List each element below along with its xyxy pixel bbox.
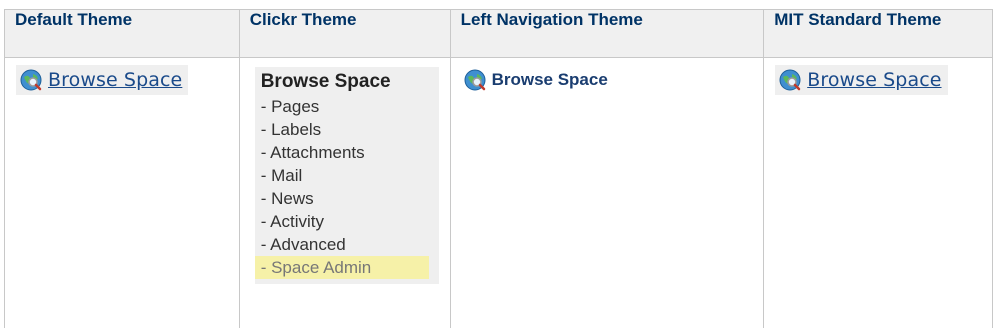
clickr-item-news[interactable]: - News (261, 187, 439, 210)
clickr-item-activity[interactable]: - Activity (261, 210, 439, 233)
clickr-browse-space-title[interactable]: Browse Space (261, 71, 439, 93)
default-theme-cell: Browse Space (4, 57, 240, 328)
clickr-item-pages[interactable]: - Pages (261, 95, 439, 118)
header-row: Default Theme Clickr Theme Left Navigati… (4, 9, 993, 58)
header-clickr-theme: Clickr Theme (238, 9, 451, 58)
header-mit-standard-theme: MIT Standard Theme (763, 9, 993, 58)
mit-browse-space-box[interactable]: Browse Space (775, 65, 948, 95)
clickr-item-mail[interactable]: - Mail (261, 164, 439, 187)
globe-search-icon (779, 69, 801, 91)
theme-comparison-table: Default Theme Clickr Theme Left Navigati… (4, 9, 993, 328)
content-row: Browse Space Browse Space - Pages - Labe… (4, 57, 993, 328)
clickr-item-labels[interactable]: - Labels (261, 118, 439, 141)
clickr-browse-menu: Browse Space - Pages - Labels - Attachme… (254, 67, 439, 284)
mit-standard-theme-cell: Browse Space (763, 57, 993, 328)
clickr-item-advanced[interactable]: - Advanced (261, 233, 439, 256)
clickr-item-attachments[interactable]: - Attachments (261, 141, 439, 164)
header-left-navigation-theme: Left Navigation Theme (449, 9, 765, 58)
globe-search-icon (464, 69, 486, 91)
globe-search-icon (20, 69, 42, 91)
default-browse-space-box[interactable]: Browse Space (16, 65, 189, 95)
leftnav-browse-space-link[interactable]: Browse Space (492, 70, 608, 90)
header-default-theme: Default Theme (4, 9, 240, 58)
default-browse-space-link[interactable]: Browse Space (48, 69, 182, 91)
clickr-theme-cell: Browse Space - Pages - Labels - Attachme… (238, 57, 451, 328)
mit-browse-space-link[interactable]: Browse Space (807, 69, 941, 91)
leftnav-browse-space-box[interactable]: Browse Space (464, 69, 608, 91)
left-navigation-theme-cell: Browse Space (449, 57, 765, 328)
clickr-item-space-admin[interactable]: - Space Admin (254, 256, 429, 279)
